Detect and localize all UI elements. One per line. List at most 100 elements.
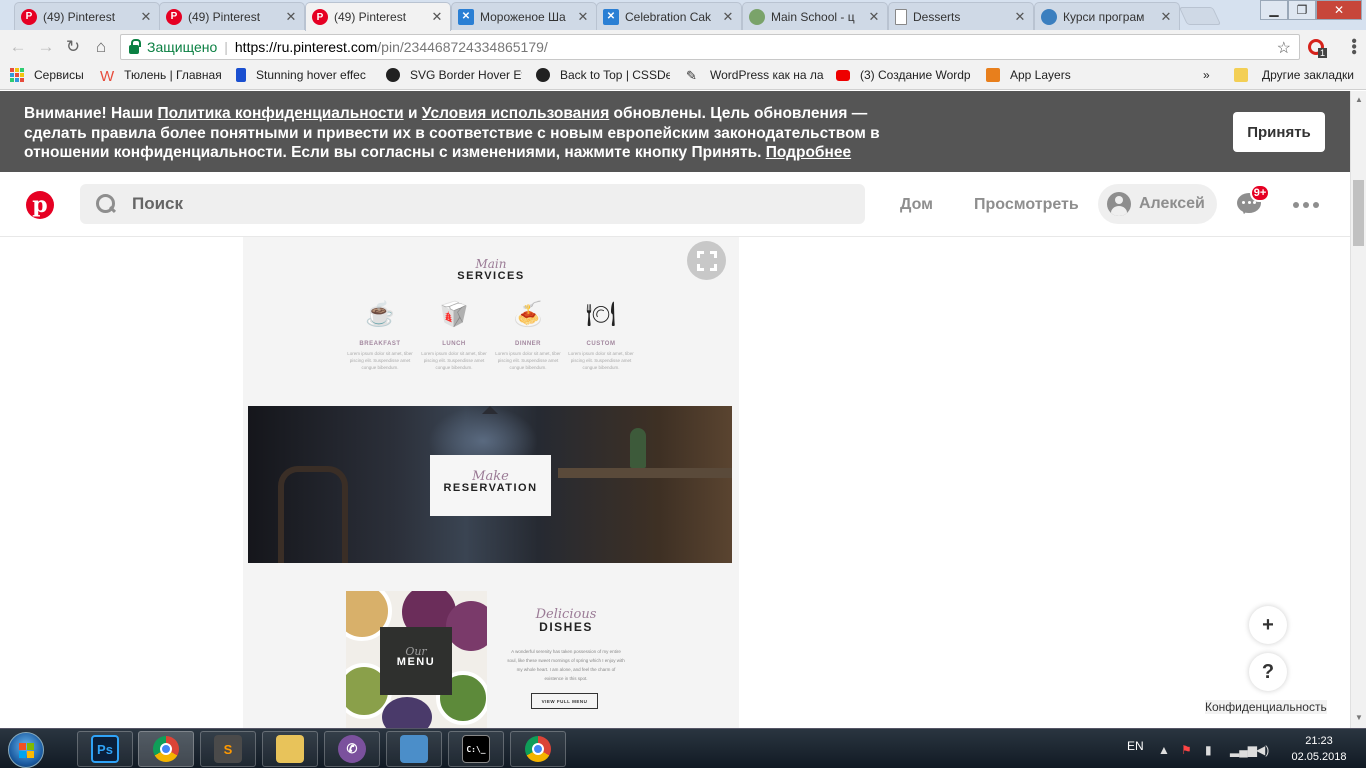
taskbar-file-manager[interactable] xyxy=(262,731,318,767)
user-profile-button[interactable]: Алексей xyxy=(1098,184,1217,224)
close-icon[interactable]: ✕ xyxy=(721,9,735,25)
nav-home[interactable]: Дом xyxy=(900,196,933,214)
service-desc: Lorem ipsum dolor sit amet, tiber piscin… xyxy=(421,351,487,370)
signal-icon[interactable]: ▂▄▆ xyxy=(1230,743,1257,757)
taskbar-viber[interactable]: ✆ xyxy=(324,731,380,767)
taskbar-chrome-2[interactable] xyxy=(510,731,566,767)
browser-tab[interactable]: ✕ Мороженое Ша ✕ xyxy=(451,2,597,30)
volume-icon[interactable]: ◀) xyxy=(1256,743,1269,757)
forward-arrow-icon[interactable]: → xyxy=(36,37,56,57)
feather-icon: ✎ xyxy=(686,68,697,82)
show-hidden-icons-icon[interactable]: ▲ xyxy=(1158,743,1170,757)
tab-title: (49) Pinterest xyxy=(188,9,261,24)
browser-tab[interactable]: P (49) Pinterest ✕ xyxy=(159,2,305,30)
accept-button[interactable]: Принять xyxy=(1233,112,1325,152)
scroll-thumb[interactable] xyxy=(1353,180,1364,246)
help-button[interactable]: ? xyxy=(1249,653,1287,691)
bookmark-item[interactable]: Back to Top | CSSDe xyxy=(536,68,670,82)
url-host: https://ru.pinterest.com xyxy=(234,39,378,55)
nav-explore[interactable]: Просмотреть xyxy=(974,196,1079,214)
pinterest-logo-icon[interactable]: p xyxy=(26,191,54,219)
control-panel-icon xyxy=(400,735,428,763)
scroll-up-arrow-icon[interactable]: ▲ xyxy=(1355,95,1363,104)
bookmark-item[interactable]: (3) Создание Wordp xyxy=(836,68,972,82)
close-icon[interactable]: ✕ xyxy=(139,9,153,25)
close-icon[interactable]: ✕ xyxy=(430,9,444,25)
close-icon[interactable]: ✕ xyxy=(1013,9,1027,25)
scroll-down-arrow-icon[interactable]: ▼ xyxy=(1355,713,1363,722)
browser-tab[interactable]: P (49) Pinterest ✕ xyxy=(14,2,160,30)
reload-icon[interactable]: ↻ xyxy=(63,37,83,57)
secure-label: Защищено xyxy=(147,39,218,55)
avatar xyxy=(1107,192,1131,216)
service-desc: Lorem ipsum dolor sit amet, tiber piscin… xyxy=(568,351,634,370)
language-indicator[interactable]: EN xyxy=(1127,739,1144,753)
command-prompt-icon: C:\_ xyxy=(462,735,490,763)
user-name: Алексей xyxy=(1139,195,1205,212)
taskbar-control-panel[interactable] xyxy=(386,731,442,767)
service-label: DINNER xyxy=(514,341,541,347)
taskbar-command-prompt[interactable]: C:\_ xyxy=(448,731,504,767)
bookmark-label: App Layers xyxy=(1010,68,1071,82)
bookmark-item[interactable]: W Тюлень | Главная xyxy=(100,68,228,82)
privacy-consent-banner: Внимание! Наши Политика конфиденциальнос… xyxy=(0,91,1366,172)
bookmark-star-icon[interactable]: ☆ xyxy=(1277,38,1291,58)
home-icon[interactable]: ⌂ xyxy=(91,37,111,57)
close-window-icon[interactable]: ✕ xyxy=(1316,0,1362,20)
other-bookmarks-folder[interactable]: Другие закладки xyxy=(1234,68,1354,82)
chrome-icon xyxy=(153,736,179,762)
bookmark-item[interactable]: Stunning hover effec xyxy=(236,68,374,82)
search-bar[interactable] xyxy=(80,184,865,224)
coffee-cup-icon: ☕ xyxy=(365,301,395,328)
browser-tab[interactable]: ✕ Celebration Cak ✕ xyxy=(596,2,742,30)
service-desc: Lorem ipsum dolor sit amet, tiber piscin… xyxy=(347,351,413,370)
p-icon xyxy=(236,68,246,82)
globe-icon xyxy=(1041,8,1057,25)
bookmark-apps[interactable]: Сервисы xyxy=(10,68,92,82)
browser-tab-active[interactable]: P (49) Pinterest ✕ xyxy=(305,2,451,31)
power-icon[interactable]: ▮ xyxy=(1205,743,1212,757)
screen: P (49) Pinterest ✕ P (49) Pinterest ✕ P … xyxy=(0,0,1366,768)
browser-tab[interactable]: Main School - ц ✕ xyxy=(742,2,888,30)
dishes-description: A wonderful serenity has taken possessio… xyxy=(507,649,625,681)
search-input[interactable] xyxy=(132,194,832,214)
browser-tab[interactable]: Desserts ✕ xyxy=(888,2,1034,30)
bookmark-item[interactable]: SVG Border Hover Ef xyxy=(386,68,522,82)
bookmarks-overflow-button[interactable]: » xyxy=(1203,68,1210,82)
taskbar-photoshop[interactable]: Ps xyxy=(77,731,133,767)
back-arrow-icon[interactable]: ← xyxy=(8,37,28,57)
terms-of-use-link[interactable]: Условия использования xyxy=(422,105,609,122)
start-button[interactable] xyxy=(8,732,44,768)
add-pin-button[interactable]: + xyxy=(1249,606,1287,644)
more-options-icon[interactable] xyxy=(1293,202,1319,208)
new-tab-button[interactable] xyxy=(1178,7,1222,25)
minimize-icon[interactable]: ▁ xyxy=(1260,0,1288,20)
taskbar-sublime-text[interactable]: S xyxy=(200,731,256,767)
system-clock[interactable]: 21:23 02.05.2018 xyxy=(1285,733,1353,765)
bookmark-item[interactable]: App Layers xyxy=(986,68,1086,82)
globe-icon xyxy=(749,8,765,25)
pin-image[interactable]: Main SERVICES ☕ BREAKFAST Lorem ipsum do… xyxy=(243,237,739,728)
browser-tab[interactable]: Курси програм ✕ xyxy=(1034,2,1180,30)
page-scrollbar[interactable]: ▲ ▼ xyxy=(1350,91,1366,728)
privacy-policy-link[interactable]: Политика конфиденциальности xyxy=(158,105,404,122)
expand-icon[interactable] xyxy=(687,241,726,280)
dishes-title: DISHES xyxy=(539,620,593,634)
view-full-menu-button: VIEW FULL MENU xyxy=(531,693,598,709)
close-icon[interactable]: ✕ xyxy=(867,9,881,25)
tab-title: Desserts xyxy=(913,9,961,24)
learn-more-link[interactable]: Подробнее xyxy=(766,144,851,161)
pinterest-header: p Дом Просмотреть Алексей xyxy=(0,172,1350,237)
close-icon[interactable]: ✕ xyxy=(284,9,298,25)
bookmark-item[interactable]: ✎ WordPress как на ла xyxy=(686,68,824,82)
browser-menu-icon[interactable]: ••• xyxy=(1344,38,1362,55)
close-icon[interactable]: ✕ xyxy=(576,9,590,25)
services-title: SERVICES xyxy=(457,270,525,282)
restore-icon[interactable]: ❐ xyxy=(1288,0,1316,20)
url-input[interactable]: Защищено | https://ru.pinterest.com/pin/… xyxy=(120,34,1300,60)
close-icon[interactable]: ✕ xyxy=(1159,9,1173,25)
privacy-label[interactable]: Конфиденциальность xyxy=(1205,700,1327,714)
network-warning-icon[interactable]: ⚑ xyxy=(1181,743,1192,757)
taskbar-chrome[interactable] xyxy=(138,731,194,767)
youtube-icon xyxy=(836,69,850,81)
